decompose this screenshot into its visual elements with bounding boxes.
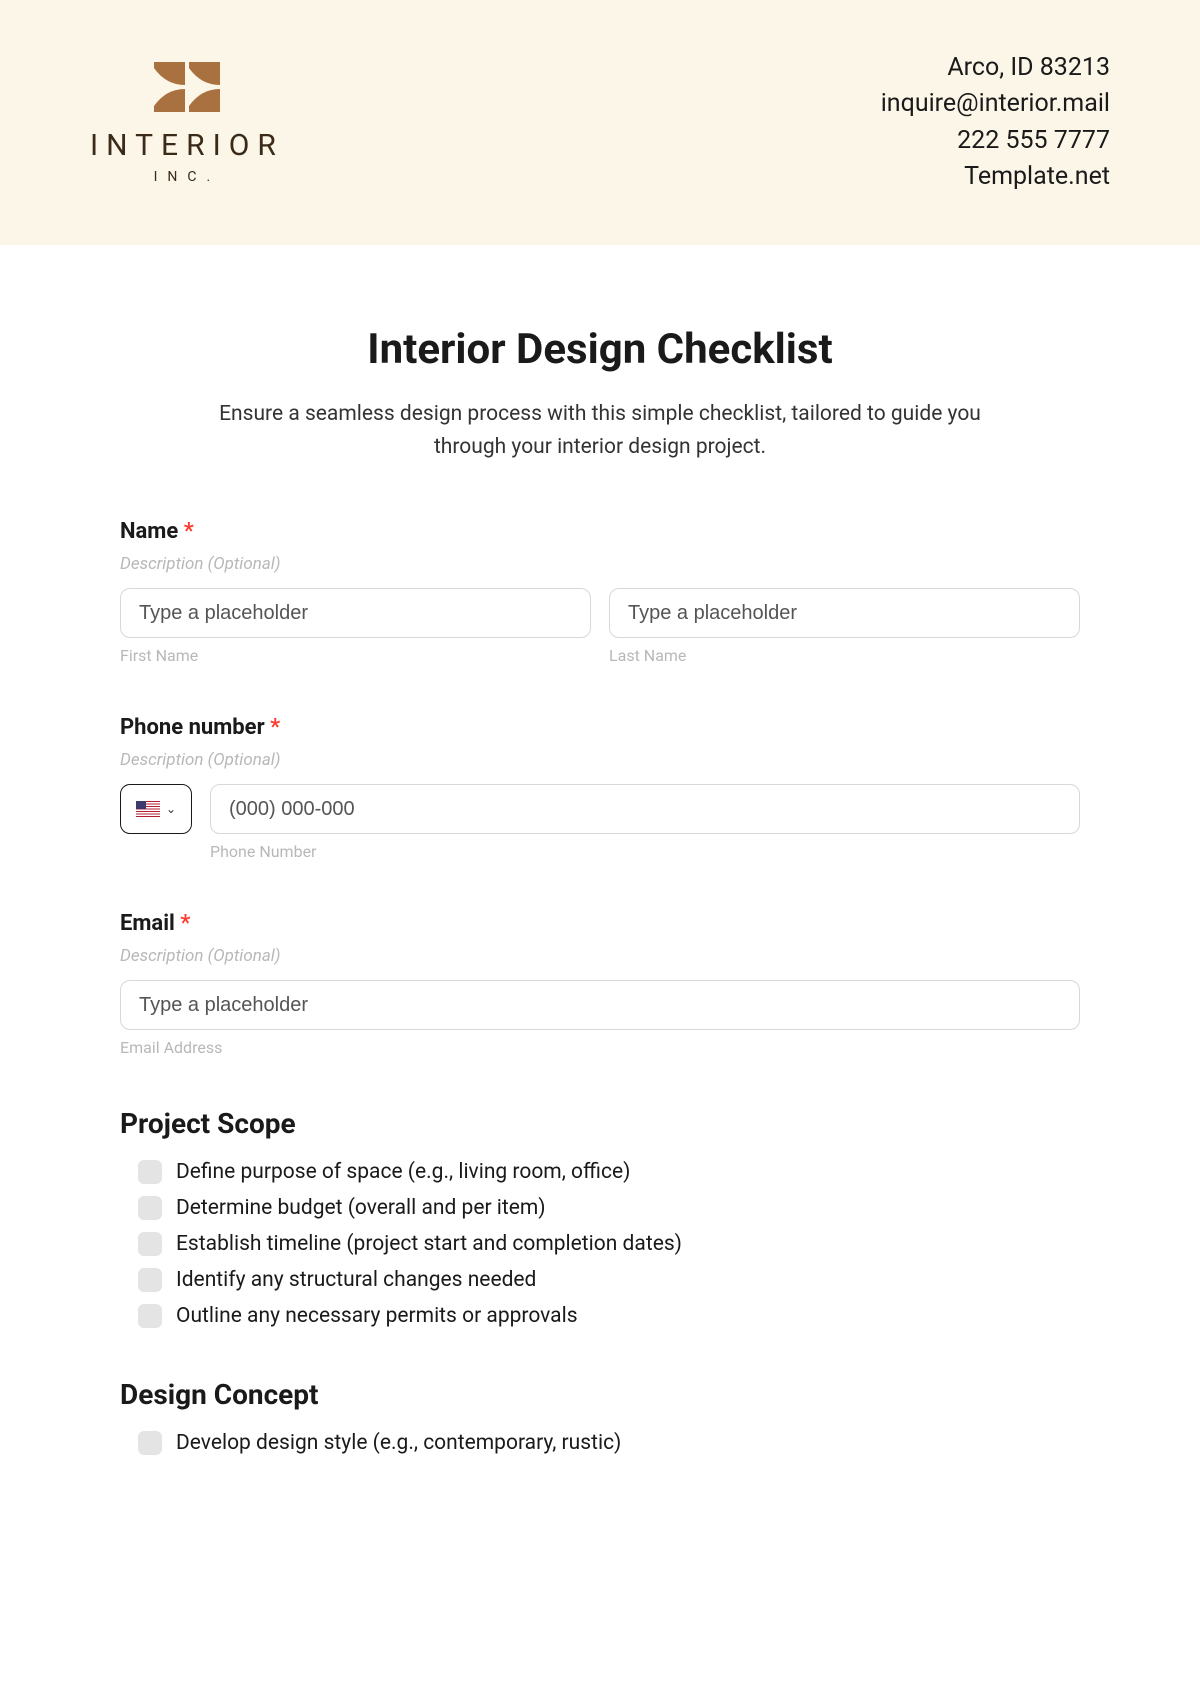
checkbox[interactable] xyxy=(138,1304,162,1328)
email-label: Email * xyxy=(120,911,1080,936)
project-scope-heading: Project Scope xyxy=(120,1107,1080,1140)
phone-label: Phone number * xyxy=(120,715,1080,740)
page-header: INTERIOR INC. Arco, ID 83213 inquire@int… xyxy=(0,0,1200,245)
first-name-sublabel: First Name xyxy=(120,646,591,665)
logo-icon xyxy=(152,60,222,114)
contact-address: Arco, ID 83213 xyxy=(881,50,1110,86)
email-input[interactable] xyxy=(120,980,1080,1030)
page-subtitle: Ensure a seamless design process with th… xyxy=(210,398,990,463)
list-item: Develop design style (e.g., contemporary… xyxy=(138,1431,1080,1455)
list-item: Establish timeline (project start and co… xyxy=(138,1232,1080,1256)
checkbox[interactable] xyxy=(138,1232,162,1256)
list-item: Outline any necessary permits or approva… xyxy=(138,1304,1080,1328)
logo-text: INTERIOR xyxy=(90,128,284,163)
country-code-select[interactable]: ⌄ xyxy=(120,784,192,834)
name-field-group: Name * Description (Optional) First Name… xyxy=(120,519,1080,665)
form-content: Interior Design Checklist Ensure a seaml… xyxy=(0,245,1200,1545)
design-concept-heading: Design Concept xyxy=(120,1378,1080,1411)
checkbox[interactable] xyxy=(138,1268,162,1292)
required-icon: * xyxy=(180,911,190,936)
checkbox[interactable] xyxy=(138,1160,162,1184)
last-name-sublabel: Last Name xyxy=(609,646,1080,665)
required-icon: * xyxy=(270,715,280,740)
list-item: Determine budget (overall and per item) xyxy=(138,1196,1080,1220)
phone-sublabel: Phone Number xyxy=(210,842,1080,861)
design-concept-section: Design Concept Develop design style (e.g… xyxy=(120,1378,1080,1455)
phone-desc: Description (Optional) xyxy=(120,750,1080,770)
name-label: Name * xyxy=(120,519,1080,544)
logo-subtext: INC. xyxy=(154,169,221,185)
name-desc: Description (Optional) xyxy=(120,554,1080,574)
flag-icon xyxy=(136,801,160,817)
email-field-group: Email * Description (Optional) Email Add… xyxy=(120,911,1080,1057)
phone-input[interactable] xyxy=(210,784,1080,834)
contact-website: Template.net xyxy=(881,159,1110,195)
last-name-input[interactable] xyxy=(609,588,1080,638)
contact-info: Arco, ID 83213 inquire@interior.mail 222… xyxy=(881,50,1110,195)
list-item: Define purpose of space (e.g., living ro… xyxy=(138,1160,1080,1184)
chevron-down-icon: ⌄ xyxy=(166,802,176,816)
project-scope-list: Define purpose of space (e.g., living ro… xyxy=(120,1160,1080,1328)
checkbox[interactable] xyxy=(138,1196,162,1220)
email-sublabel: Email Address xyxy=(120,1038,1080,1057)
first-name-input[interactable] xyxy=(120,588,591,638)
phone-field-group: Phone number * Description (Optional) ⌄ … xyxy=(120,715,1080,861)
list-item: Identify any structural changes needed xyxy=(138,1268,1080,1292)
contact-phone: 222 555 7777 xyxy=(881,123,1110,159)
page-title: Interior Design Checklist xyxy=(120,325,1080,374)
contact-email: inquire@interior.mail xyxy=(881,86,1110,122)
email-desc: Description (Optional) xyxy=(120,946,1080,966)
checkbox[interactable] xyxy=(138,1431,162,1455)
required-icon: * xyxy=(184,519,194,544)
design-concept-list: Develop design style (e.g., contemporary… xyxy=(120,1431,1080,1455)
logo-block: INTERIOR INC. xyxy=(90,60,284,185)
project-scope-section: Project Scope Define purpose of space (e… xyxy=(120,1107,1080,1328)
